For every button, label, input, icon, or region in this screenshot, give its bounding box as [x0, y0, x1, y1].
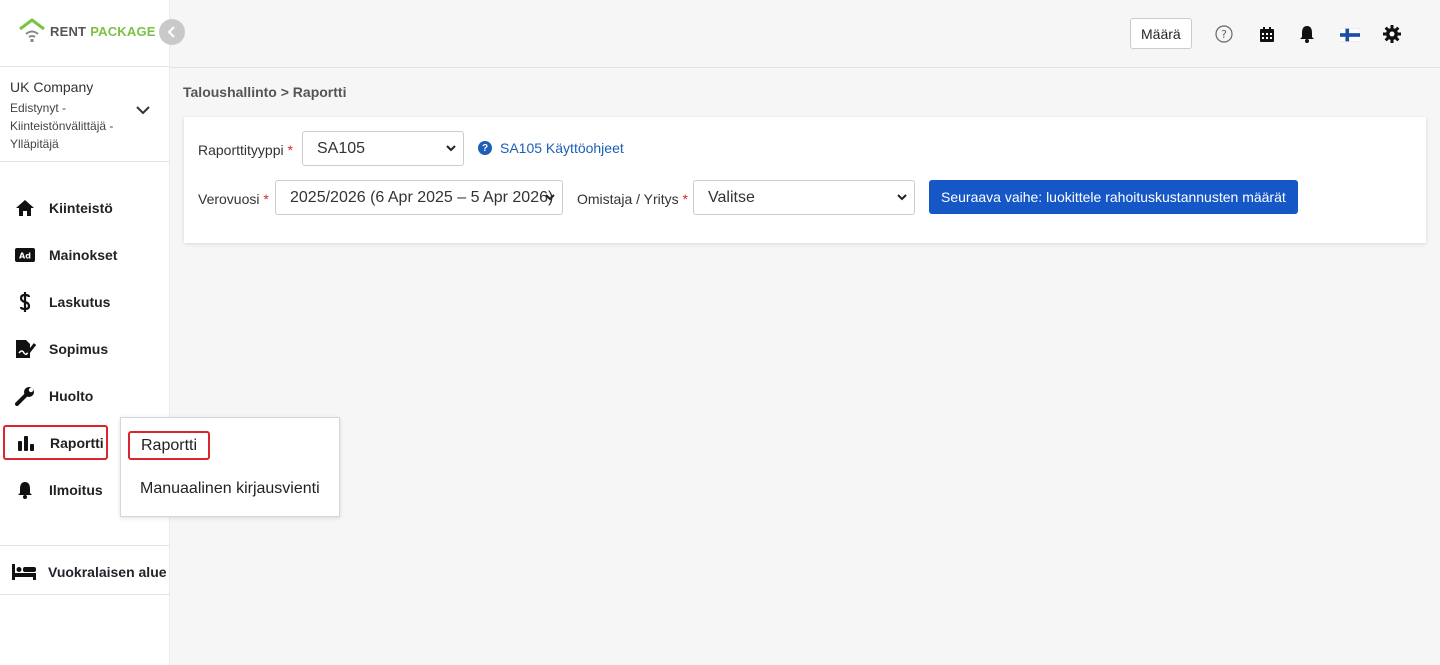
owner-select[interactable]: Valitse: [693, 180, 915, 215]
report-type-label-text: Raporttityyppi: [198, 142, 284, 158]
tenant-area-label: Vuokralaisen alue: [48, 563, 167, 580]
brand-rent: RENT: [50, 23, 87, 39]
chevron-down-icon: [446, 145, 456, 152]
sidebar-item-label: Huolto: [49, 387, 94, 404]
sidebar-item-label: Laskutus: [49, 293, 111, 310]
company-role: Edistynyt - Kiinteistönvälittäjä - Ylläp…: [10, 101, 114, 151]
submenu-item-manual-entry[interactable]: Manuaalinen kirjausvienti: [140, 480, 320, 498]
required-mark: *: [682, 191, 688, 207]
question-circle-icon: ?: [478, 141, 492, 155]
gear-icon[interactable]: [1382, 24, 1402, 44]
topbar: Määrä ?: [170, 0, 1440, 68]
bell-icon: [14, 479, 36, 501]
sidebar-item-raportti[interactable]: Raportti: [3, 425, 108, 460]
wrench-icon: [14, 385, 36, 407]
ad-icon: Ad: [14, 244, 36, 266]
sidebar-item-laskutus[interactable]: Laskutus: [0, 278, 170, 325]
chart-bar-icon: [15, 432, 37, 454]
required-mark: *: [287, 142, 293, 158]
brand-logo[interactable]: RENT PACKAGE: [18, 18, 156, 44]
sidebar-item-label: Ilmoitus: [49, 481, 103, 498]
quantity-button[interactable]: Määrä: [1130, 18, 1192, 49]
sidebar-item-kiinteisto[interactable]: Kiinteistö: [0, 184, 170, 231]
dollar-icon: [14, 291, 36, 313]
help-icon[interactable]: ?: [1214, 24, 1234, 44]
sidebar-item-mainokset[interactable]: Ad Mainokset: [0, 231, 170, 278]
sidebar-item-tenant-area[interactable]: Vuokralaisen alue: [0, 549, 170, 595]
divider: [0, 545, 170, 546]
sidebar-item-huolto[interactable]: Huolto: [0, 372, 170, 419]
report-type-label: Raporttityyppi *: [198, 142, 293, 158]
brand-package: PACKAGE: [90, 23, 156, 39]
next-step-button[interactable]: Seuraava vaihe: luokittele rahoituskusta…: [929, 180, 1298, 214]
chevron-down-icon[interactable]: [136, 105, 150, 115]
tax-year-label-text: Verovuosi: [198, 191, 260, 207]
sidebar-item-label: Sopimus: [49, 340, 109, 357]
bed-icon: [12, 563, 36, 580]
tax-year-value: 2025/2026 (6 Apr 2025 – 5 Apr 2026): [290, 188, 554, 206]
owner-label: Omistaja / Yritys *: [577, 191, 688, 207]
contract-icon: [14, 338, 36, 360]
sidebar-collapse-button[interactable]: [159, 19, 185, 45]
calendar-icon[interactable]: [1257, 24, 1277, 44]
sidebar-item-sopimus[interactable]: Sopimus: [0, 325, 170, 372]
report-submenu: Raportti Manuaalinen kirjausvienti: [120, 417, 340, 517]
required-mark: *: [263, 191, 269, 207]
owner-label-text: Omistaja / Yritys: [577, 191, 679, 207]
report-type-value: SA105: [317, 139, 366, 157]
owner-value: Valitse: [708, 188, 755, 206]
report-type-select[interactable]: SA105: [302, 131, 464, 166]
wifi-house-icon: [19, 18, 45, 42]
sidebar-item-label: Mainokset: [49, 246, 118, 263]
finnish-flag-icon[interactable]: [1340, 25, 1360, 45]
notification-bell-icon[interactable]: [1297, 24, 1317, 44]
help-link-text: SA105 Käyttöohjeet: [500, 140, 624, 156]
sidebar-item-label: Kiinteistö: [49, 199, 113, 216]
home-icon: [14, 197, 36, 219]
sidebar-item-label: Raportti: [50, 434, 104, 451]
chevron-left-icon: [167, 26, 175, 38]
chevron-down-icon: [545, 194, 555, 201]
breadcrumb: Taloushallinto > Raportti: [183, 84, 347, 100]
submenu-item-raportti[interactable]: Raportti: [128, 431, 210, 460]
svg-text:Ad: Ad: [19, 251, 31, 260]
report-form-card: Raporttityyppi * SA105 ? SA105 Käyttöohj…: [184, 117, 1426, 243]
sa105-help-link[interactable]: ? SA105 Käyttöohjeet: [478, 140, 624, 156]
chevron-down-icon: [897, 194, 907, 201]
company-switcher[interactable]: UK Company Edistynyt - Kiinteistönvälitt…: [0, 66, 170, 162]
svg-text:?: ?: [1221, 28, 1227, 41]
tax-year-select[interactable]: 2025/2026 (6 Apr 2025 – 5 Apr 2026): [275, 180, 563, 215]
tax-year-label: Verovuosi *: [198, 191, 269, 207]
sidebar: RENT PACKAGE UK Company Edistynyt - Kiint…: [0, 0, 170, 665]
company-name: UK Company: [10, 79, 94, 95]
